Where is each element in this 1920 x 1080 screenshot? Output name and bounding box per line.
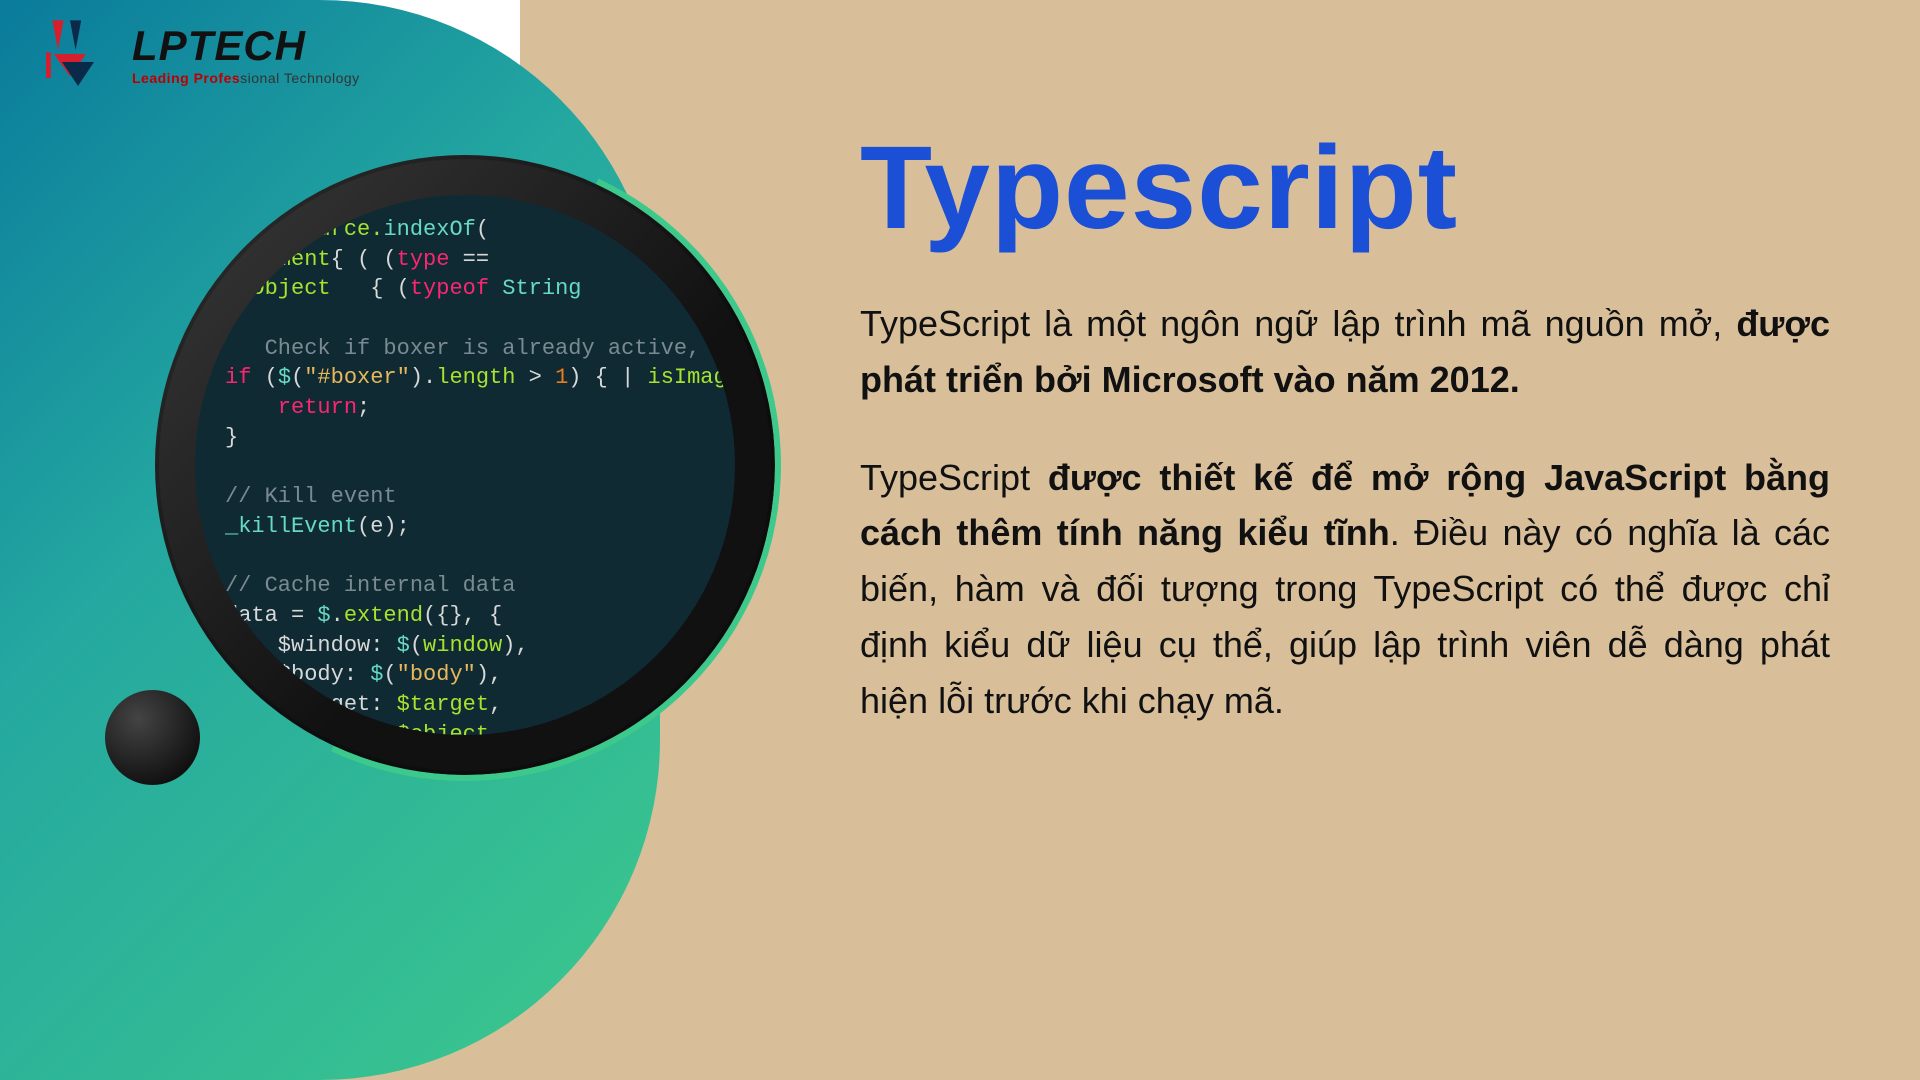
paragraph-1: TypeScript là một ngôn ngữ lập trình mã … xyxy=(860,296,1830,408)
logo: LPTECH Leading Professional Technology xyxy=(38,14,360,94)
content-column: Typescript TypeScript là một ngôn ngữ lậ… xyxy=(860,120,1830,771)
code-snippet: source.indexOf( lement{ ( (type == isObj… xyxy=(225,215,725,725)
logo-brand: LPTECH xyxy=(132,22,360,70)
logo-text: LPTECH Leading Professional Technology xyxy=(132,22,360,86)
slide-title: Typescript xyxy=(860,120,1830,256)
code-image: source.indexOf( lement{ ( (type == isObj… xyxy=(195,195,735,735)
slide-root: source.indexOf( lement{ ( (type == isObj… xyxy=(0,0,1920,1080)
logo-tagline: Leading Professional Technology xyxy=(132,70,360,86)
decorative-dot xyxy=(105,690,200,785)
logo-icon xyxy=(38,14,118,94)
code-image-ring: source.indexOf( lement{ ( (type == isObj… xyxy=(155,155,775,775)
paragraph-2: TypeScript được thiết kế để mở rộng Java… xyxy=(860,450,1830,729)
